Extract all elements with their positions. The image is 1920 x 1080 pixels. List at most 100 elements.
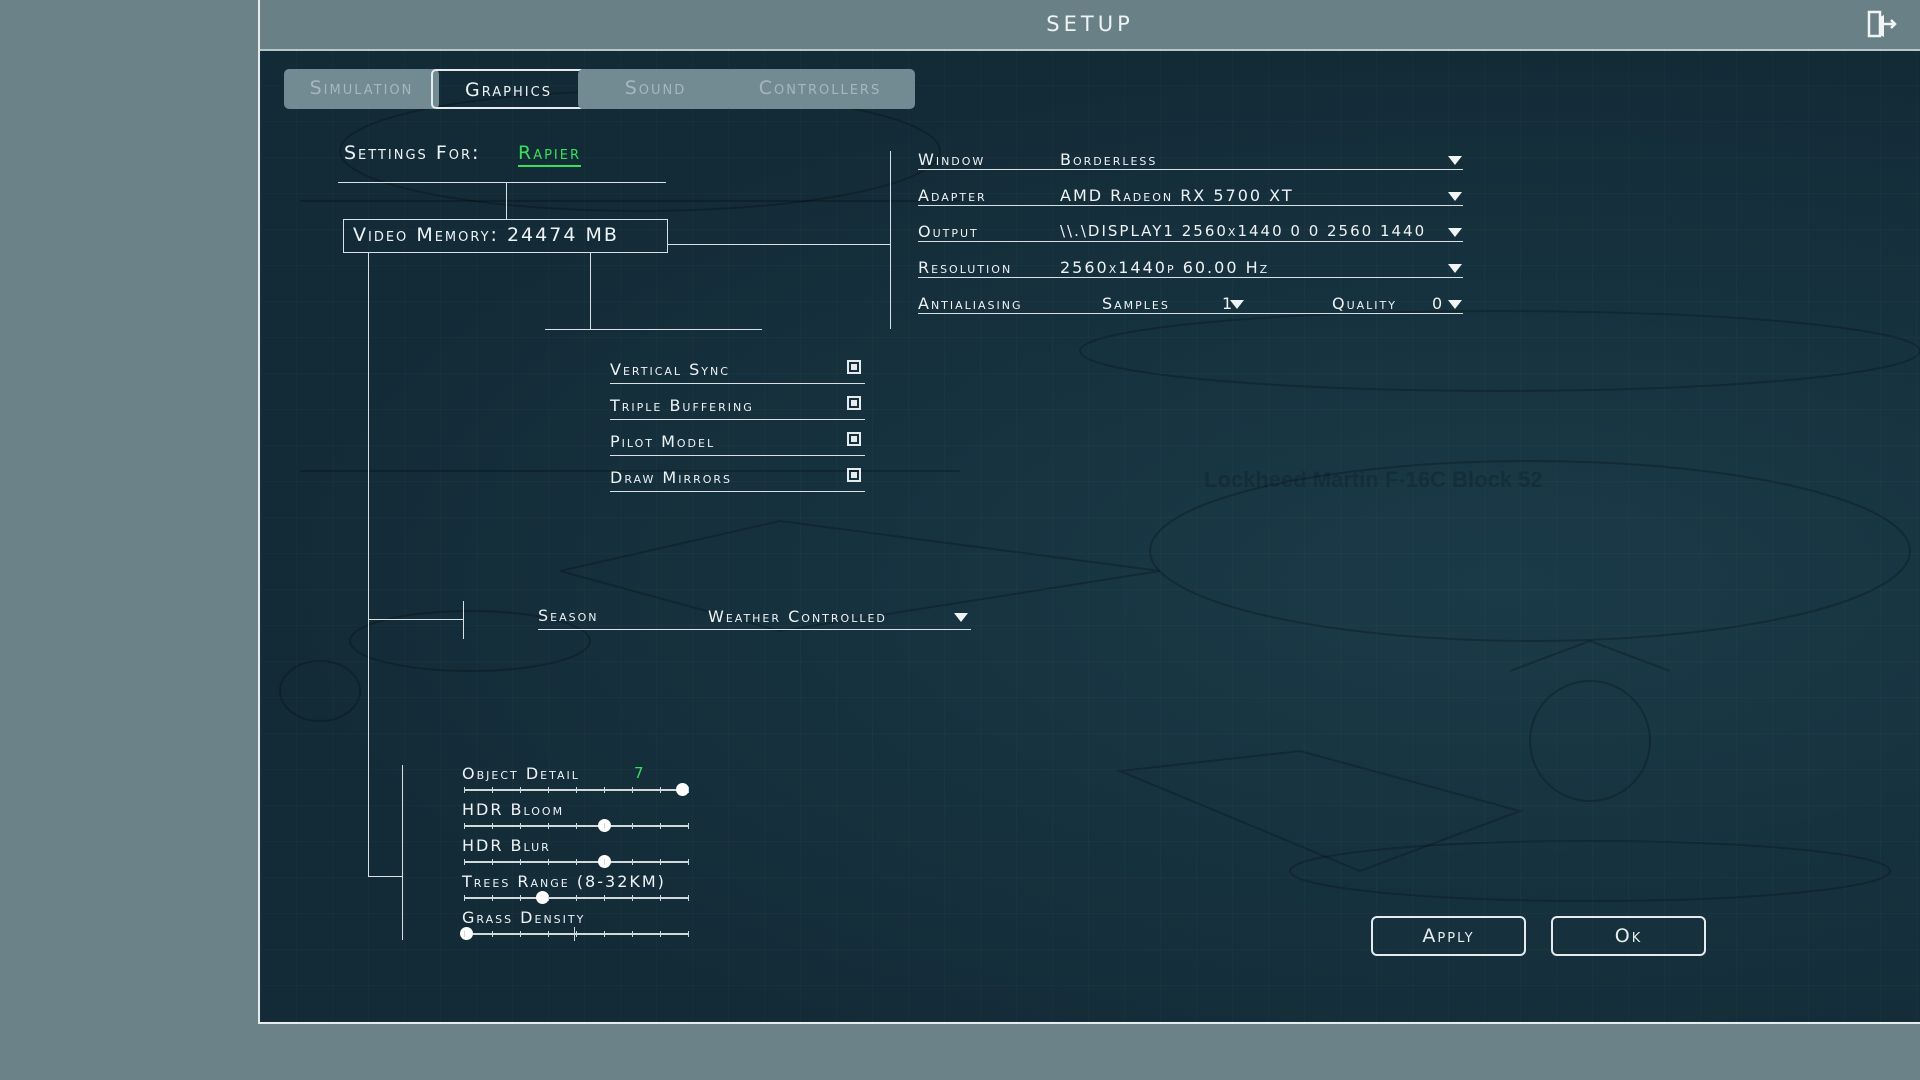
antialiasing-label: Antialiasing: [918, 294, 1023, 313]
quality-label: Quality: [1332, 294, 1397, 313]
slider-tick: [576, 931, 577, 937]
tab-simulation[interactable]: Simulation: [284, 69, 439, 109]
triple-buffering-checkbox[interactable]: [847, 396, 861, 410]
tab-controllers[interactable]: Controllers: [725, 69, 915, 109]
season-value[interactable]: Weather Controlled: [708, 607, 887, 626]
chevron-down-icon[interactable]: [1448, 228, 1462, 237]
slider-tick: [492, 787, 493, 793]
graphics-content: Lockheed Martin F-16C Block 52 Simulatio…: [260, 51, 1920, 1022]
slider-tick: [520, 895, 521, 901]
adapter-value[interactable]: AMD Radeon RX 5700 XT: [1060, 186, 1294, 205]
chevron-down-icon[interactable]: [1448, 300, 1462, 309]
divider: [918, 313, 1463, 314]
slider-tick: [688, 895, 689, 901]
output-label: Output: [918, 222, 979, 241]
vertical-sync-checkbox[interactable]: [847, 360, 861, 374]
divider: [610, 491, 865, 492]
connector-line: [463, 601, 464, 639]
divider: [610, 455, 865, 456]
slider-tick: [548, 787, 549, 793]
connector-line: [368, 619, 464, 620]
hdr-bloom-label: HDR Bloom: [462, 800, 565, 819]
resolution-label: Resolution: [918, 258, 1013, 277]
slider-tick: [632, 859, 633, 865]
connector-line: [368, 253, 369, 877]
aircraft-caption-watermark: Lockheed Martin F-16C Block 52: [1204, 467, 1543, 492]
chevron-down-icon[interactable]: [1448, 192, 1462, 201]
settings-for-label: Settings For:: [344, 142, 481, 164]
settings-for-value[interactable]: Rapier: [518, 142, 582, 167]
connector-line: [402, 765, 403, 940]
slider-tick: [464, 895, 465, 901]
connector-line: [368, 876, 402, 877]
connector-line: [506, 182, 507, 219]
slider-tick: [632, 895, 633, 901]
chevron-down-icon[interactable]: [1448, 264, 1462, 273]
connector-line: [590, 253, 591, 329]
slider-tick: [660, 787, 661, 793]
pilot-model-checkbox[interactable]: [847, 432, 861, 446]
slider-tick: [660, 931, 661, 937]
slider-tick: [604, 931, 605, 937]
video-memory-box: Video Memory: 24474 MB: [343, 219, 668, 253]
slider-tick: [464, 931, 465, 937]
slider-tick: [548, 859, 549, 865]
slider-tick: [548, 931, 549, 937]
trees-range-label: Trees Range (8-32KM): [462, 872, 666, 891]
resolution-value[interactable]: 2560x1440p 60.00 Hz: [1060, 258, 1269, 277]
slider-tick: [632, 823, 633, 829]
object-detail-value: 7: [634, 764, 644, 782]
slider-tick: [464, 859, 465, 865]
divider: [610, 419, 865, 420]
quality-value[interactable]: 0: [1432, 294, 1442, 313]
output-value[interactable]: \\.\DISPLAY1 2560x1440 0 0 2560 1440: [1060, 222, 1426, 240]
object-detail-label: Object Detail: [462, 764, 580, 783]
divider: [610, 383, 865, 384]
draw-mirrors-checkbox[interactable]: [847, 468, 861, 482]
chevron-down-icon[interactable]: [954, 613, 968, 622]
slider-tick: [492, 823, 493, 829]
slider-tick: [492, 931, 493, 937]
default-marker: [574, 927, 575, 941]
adapter-label: Adapter: [918, 186, 987, 205]
slider-tick: [632, 787, 633, 793]
slider-tick: [492, 859, 493, 865]
window-title: SETUP: [1046, 12, 1134, 36]
connector-line: [668, 244, 890, 245]
exit-door-icon[interactable]: [1866, 9, 1898, 41]
draw-mirrors-label: Draw Mirrors: [610, 468, 733, 487]
slider-tick: [632, 931, 633, 937]
slider-tick: [576, 787, 577, 793]
slider-tick: [688, 931, 689, 937]
triple-buffering-label: Triple Buffering: [610, 396, 754, 415]
connector-line: [545, 329, 762, 330]
title-bar: SETUP: [260, 0, 1920, 51]
slider-tick: [604, 895, 605, 901]
slider-tick: [576, 895, 577, 901]
divider: [538, 629, 971, 630]
slider-tick: [520, 931, 521, 937]
chevron-down-icon[interactable]: [1448, 156, 1462, 165]
tab-graphics[interactable]: Graphics: [431, 69, 586, 109]
slider-tick: [548, 823, 549, 829]
slider-tick: [576, 859, 577, 865]
slider-tick: [688, 859, 689, 865]
slider-tick: [604, 859, 605, 865]
vertical-sync-label: Vertical Sync: [610, 360, 730, 379]
ok-button[interactable]: Ok: [1551, 916, 1706, 956]
samples-label: Samples: [1102, 294, 1170, 313]
grass-density-knob[interactable]: [460, 927, 473, 940]
slider-tick: [660, 859, 661, 865]
apply-button[interactable]: Apply: [1371, 916, 1526, 956]
grass-density-label: Grass Density: [462, 908, 586, 927]
tab-sound[interactable]: Sound: [578, 69, 733, 109]
window-value[interactable]: Borderless: [1060, 150, 1157, 169]
window-label: Window: [918, 150, 986, 169]
slider-tick: [492, 895, 493, 901]
slider-tick: [576, 823, 577, 829]
slider-tick: [464, 823, 465, 829]
slider-tick: [688, 787, 689, 793]
slider-tick: [688, 823, 689, 829]
divider: [918, 241, 1463, 242]
chevron-down-icon[interactable]: [1230, 300, 1244, 309]
